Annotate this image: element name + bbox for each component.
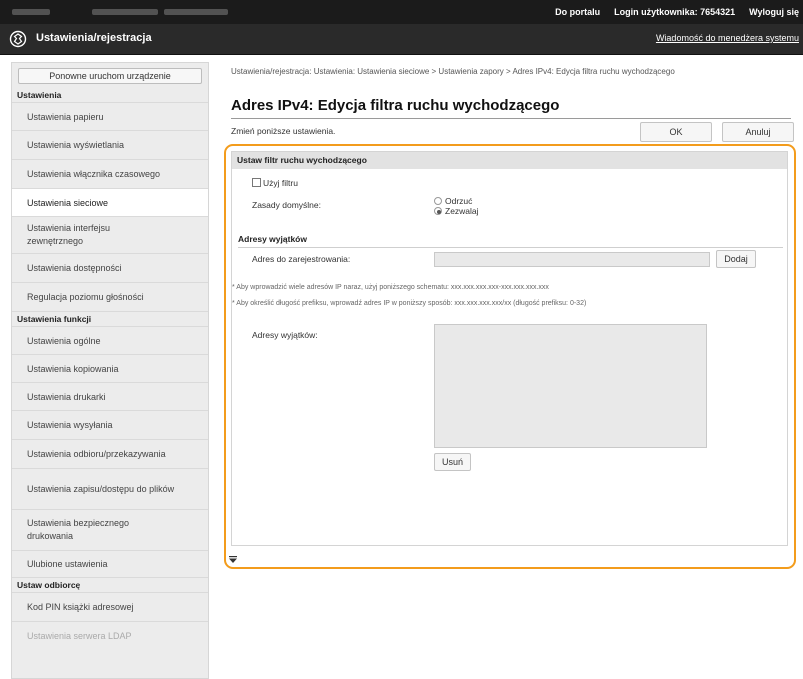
sidebar-item-label: Ustawienia zapisu/dostępu do plików: [27, 483, 175, 494]
login-label: Login użytkownika:: [614, 7, 698, 17]
use-filter-label: Użyj filtru: [263, 178, 298, 188]
sidebar: Ponowne uruchom urządzenie Ustawienia Us…: [11, 62, 209, 679]
sidebar-item-receive-forward[interactable]: Ustawienia odbioru/przekazywania: [12, 439, 208, 468]
login-value: 7654321: [700, 7, 736, 17]
sidebar-item-general[interactable]: Ustawienia ogólne: [12, 326, 208, 354]
title-divider: [231, 118, 791, 119]
exceptions-header: Adresy wyjątków: [238, 234, 783, 248]
sidebar-item-network[interactable]: Ustawienia sieciowe: [12, 188, 208, 216]
sidebar-section-settings: Ustawienia: [17, 90, 62, 100]
note-multiple-addresses: * Aby wprowadzić wiele adresów IP naraz,…: [232, 284, 549, 291]
sidebar-item-label: Regulacja poziomu głośności: [27, 292, 144, 302]
use-filter-row: Użyj filtru: [252, 178, 298, 188]
restart-device-button[interactable]: Ponowne uruchom urządzenie: [18, 68, 202, 84]
address-to-register-label: Adres do zarejestrowania:: [252, 254, 351, 264]
sidebar-item-label: Ustawienia odbioru/przekazywania: [27, 449, 166, 459]
policy-option-deny[interactable]: Odrzuć: [434, 196, 479, 206]
sidebar-item-accessibility[interactable]: Ustawienia dostępności: [12, 253, 208, 282]
sidebar-item-label: Ustawienia drukarki: [27, 391, 106, 402]
sidebar-item-label: Ustawienia wyświetlania: [27, 140, 125, 150]
sidebar-item-label: Ulubione ustawienia: [27, 559, 108, 569]
default-policy-options: Odrzuć Zezwalaj: [434, 196, 479, 216]
sidebar-item-display[interactable]: Ustawienia wyświetlania: [12, 130, 208, 159]
sidebar-item-timer[interactable]: Ustawienia włącznika czasowego: [12, 159, 208, 188]
portal-link[interactable]: Do portalu: [555, 7, 600, 17]
default-policy-label: Zasady domyślne:: [252, 200, 321, 210]
sidebar-item-copy[interactable]: Ustawienia kopiowania: [12, 354, 208, 382]
sidebar-item-label: Ustawienia papieru: [27, 111, 104, 122]
sidebar-item-label: Ustawienia serwera LDAP: [27, 630, 132, 641]
outbound-filter-panel: Ustaw filtr ruchu wychodzącego Użyj filt…: [231, 151, 788, 546]
sidebar-item-label: Ustawienia kopiowania: [27, 363, 119, 374]
blurred-address: [164, 9, 228, 15]
app-title: Ustawienia/rejestracja: [36, 32, 152, 44]
logout-link[interactable]: Wyloguj się: [749, 7, 799, 17]
sidebar-item-label: Ustawienia interfejsu zewnętrznego: [27, 223, 111, 246]
sidebar-item-address-book-pin[interactable]: Kod PIN książki adresowej: [12, 592, 208, 621]
panel-title: Ustaw filtr ruchu wychodzącego: [232, 152, 787, 169]
remove-button[interactable]: Usuń: [434, 453, 471, 471]
sidebar-item-ldap[interactable]: Ustawienia serwera LDAP: [12, 621, 208, 649]
sidebar-item-label: Kod PIN książki adresowej: [27, 602, 134, 612]
sidebar-item-label: Ustawienia wysyłania: [27, 420, 113, 430]
sidebar-item-label: Ustawienia włącznika czasowego: [27, 169, 161, 179]
sidebar-item-label: Ustawienia ogólne: [27, 335, 101, 346]
sidebar-item-label: Ustawienia dostępności: [27, 263, 122, 273]
scroll-down-icon[interactable]: [229, 556, 237, 564]
policy-option-allow[interactable]: Zezwalaj: [434, 206, 479, 216]
sidebar-item-printer[interactable]: Ustawienia drukarki: [12, 382, 208, 410]
top-bar: Do portalu Login użytkownika: 7654321 Wy…: [0, 0, 803, 24]
login-info: Login użytkownika: 7654321: [614, 7, 735, 17]
sidebar-item-send[interactable]: Ustawienia wysyłania: [12, 410, 208, 439]
exceptions-list[interactable]: [434, 324, 707, 448]
page-title: Adres IPv4: Edycja filtra ruchu wychodzą…: [231, 97, 560, 114]
sidebar-item-file-access[interactable]: Ustawienia zapisu/dostępu do plików: [12, 468, 208, 509]
use-filter-checkbox[interactable]: [252, 178, 261, 187]
settings-register-icon: [9, 30, 27, 48]
app-header: Ustawienia/rejestracja Wiadomość do mene…: [0, 24, 803, 55]
deny-label: Odrzuć: [445, 196, 473, 206]
breadcrumb: Ustawienia/rejestracja: Ustawienia: Usta…: [231, 67, 675, 76]
cancel-button[interactable]: Anuluj: [722, 122, 794, 142]
sidebar-item-volume[interactable]: Regulacja poziomu głośności: [12, 282, 208, 311]
highlight-frame: Ustaw filtr ruchu wychodzącego Użyj filt…: [224, 144, 796, 569]
blurred-address: [12, 9, 50, 15]
sidebar-item-secure-print[interactable]: Ustawienia bezpiecznego drukowania: [12, 509, 208, 550]
sidebar-section-functions: Ustawienia funkcji: [12, 311, 208, 326]
note-prefix-length: * Aby określić długość prefiksu, wprowad…: [232, 300, 587, 307]
message-to-admin-link[interactable]: Wiadomość do menedżera systemu: [656, 33, 799, 43]
sidebar-item-label: Ustawienia bezpiecznego drukowania: [27, 518, 130, 541]
ok-button[interactable]: OK: [640, 122, 712, 142]
sidebar-item-favorites[interactable]: Ulubione ustawienia: [12, 550, 208, 577]
add-button[interactable]: Dodaj: [716, 250, 756, 268]
exceptions-label: Adresy wyjątków:: [252, 330, 318, 340]
sidebar-item-external-interface[interactable]: Ustawienia interfejsu zewnętrznego: [12, 216, 208, 253]
sidebar-item-paper[interactable]: Ustawienia papieru: [12, 102, 208, 130]
allow-radio[interactable]: [434, 207, 442, 215]
allow-label: Zezwalaj: [445, 206, 479, 216]
sidebar-item-label: Ustawienia sieciowe: [27, 197, 109, 208]
deny-radio[interactable]: [434, 197, 442, 205]
address-to-register-input[interactable]: [434, 252, 710, 267]
blurred-address: [92, 9, 158, 15]
page-description: Zmień poniższe ustawienia.: [231, 126, 336, 136]
sidebar-section-recipients: Ustaw odbiorcę: [12, 577, 208, 592]
